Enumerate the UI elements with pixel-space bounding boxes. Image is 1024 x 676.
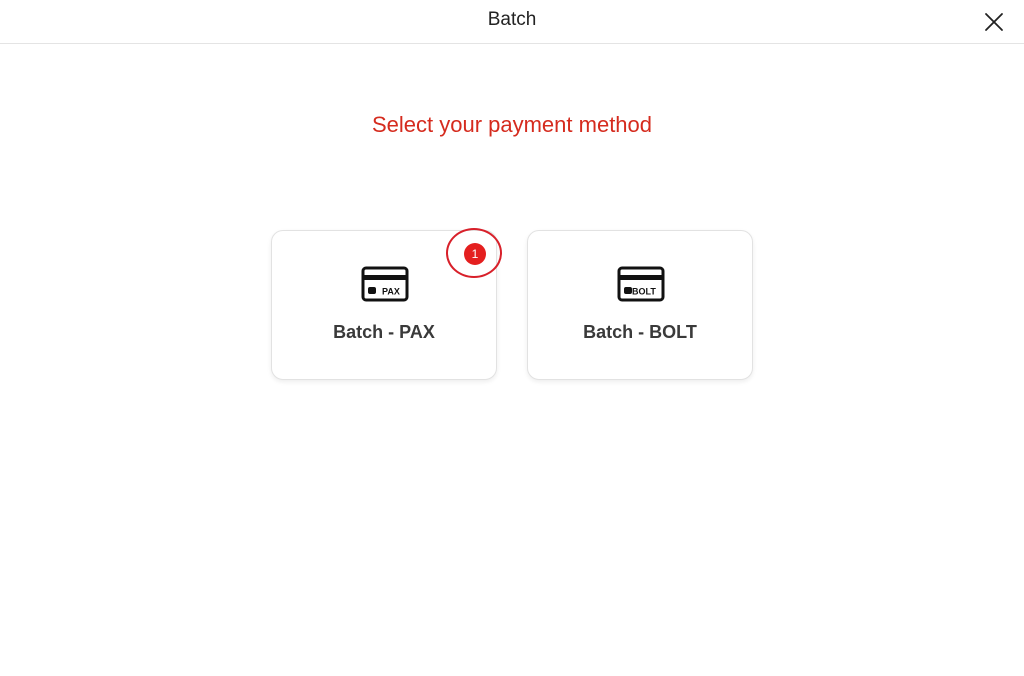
credit-card-icon: PAX	[361, 266, 409, 302]
close-button[interactable]	[982, 10, 1006, 34]
notification-badge: 1	[464, 243, 486, 265]
close-icon	[985, 13, 1003, 31]
card-icon-text: BOLT	[632, 287, 656, 297]
card-icon-text: PAX	[382, 287, 400, 297]
header-bar: Batch	[0, 0, 1024, 44]
credit-card-icon: BOLT	[617, 266, 665, 302]
header-title: Batch	[487, 9, 537, 30]
page-heading: Select your payment method	[371, 112, 653, 137]
batch-pax-label: Batch - PAX	[333, 322, 435, 342]
batch-pax-option[interactable]: PAX Batch - PAX 1	[271, 228, 502, 380]
badge-highlight-ring: 1	[446, 228, 502, 278]
batch-bolt-label: Batch - BOLT	[583, 322, 697, 342]
batch-bolt-option[interactable]: BOLT Batch - BOLT	[527, 230, 753, 380]
